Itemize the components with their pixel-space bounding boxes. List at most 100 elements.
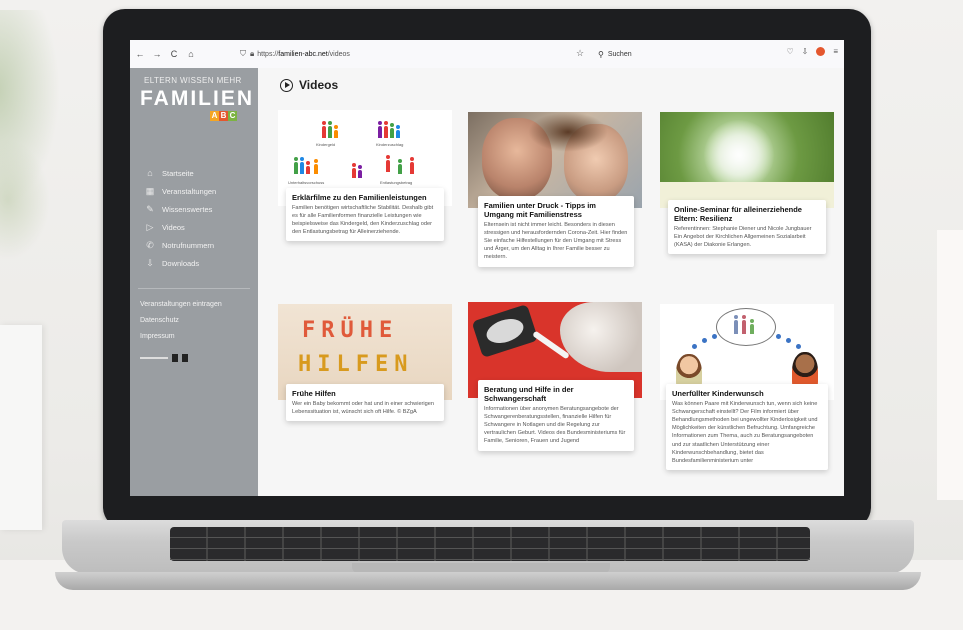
family-figure-icon [750, 319, 754, 334]
search-placeholder: Suchen [607, 50, 632, 58]
thumb-label: Entlastungsbetrag [380, 180, 413, 185]
family-figure-icon [734, 315, 738, 334]
thumbnail-word-line1: FRÜHE [302, 318, 399, 343]
family-figure-icon [384, 121, 388, 138]
family-figure-icon [398, 159, 402, 174]
logo-letter-a: A [210, 111, 219, 121]
laptop-base-edge [55, 572, 921, 590]
sidebar-item-wissenswertes[interactable]: ✎ Wissenswertes [142, 200, 216, 218]
video-description: Elternsein ist nicht immer leicht. Beson… [484, 222, 628, 261]
logo-letter-c: C [228, 111, 237, 121]
sidebar-item-veranstaltungen[interactable]: ▦ Veranstaltungen [142, 182, 216, 200]
sidebar-item-label: Videos [162, 222, 185, 232]
family-figure-icon [390, 123, 394, 138]
play-circle-icon [280, 78, 293, 92]
family-figure-icon [314, 159, 318, 174]
sidebar-item-label: Wissenswertes [162, 204, 213, 214]
browser-toolbar: ← → C ⌂ ⛉ 🔒︎ https://familien-abc.net/vi… [130, 40, 844, 69]
thumbnail-hair [528, 112, 608, 152]
video-title[interactable]: Familien unter Druck - Tipps im Umgang m… [484, 201, 628, 219]
browser-window: ← → C ⌂ ⛉ 🔒︎ https://familien-abc.net/vi… [130, 40, 844, 496]
thumbnail-dot [796, 344, 801, 349]
video-title[interactable]: Erklärfilme zu den Familienleistungen [292, 193, 438, 202]
thumbnail-dandelion [704, 120, 774, 190]
partner-logo-mark-2 [182, 354, 188, 362]
search-field[interactable]: ⚲ Suchen [598, 47, 768, 61]
reload-button[interactable]: C [167, 49, 181, 59]
video-card-body: Erklärfilme zu den Familienleistungen Fa… [286, 188, 444, 242]
toolbar-icons: ♡ ⇩ ≡ [786, 47, 838, 56]
download-toolbar-icon[interactable]: ⇩ [802, 47, 809, 56]
family-figure-icon [396, 125, 400, 138]
menu-icon[interactable]: ≡ [833, 47, 838, 56]
video-card[interactable]: FRÜHE HILFEN Frühe Hilfen Wer ein Baby b… [278, 304, 452, 422]
sidebar-item-label: Notrufnummern [162, 240, 215, 250]
sidebar-item-videos[interactable]: ▷ Videos [142, 218, 216, 236]
video-thumbnail-resilienz[interactable] [660, 112, 834, 208]
thumbnail-thought-bubble [716, 308, 776, 346]
forward-button[interactable]: → [150, 49, 164, 59]
thumbnail-dot [786, 338, 791, 343]
video-thumbnail-familienstress[interactable] [468, 112, 642, 208]
video-card[interactable]: Beratung und Hilfe in der Schwangerschaf… [468, 302, 642, 451]
background-object [937, 230, 963, 500]
link-veranstaltungen-eintragen[interactable]: Veranstaltungen eintragen [140, 301, 222, 317]
video-description: Was können Paare mit Kinderwunsch tun, w… [672, 401, 818, 464]
thumb-label: Kinderzuschlag [376, 142, 404, 147]
video-title[interactable]: Online-Seminar für alleinerziehende Elte… [674, 205, 820, 223]
video-card[interactable]: Online-Seminar für alleinerziehende Elte… [660, 112, 834, 255]
sidebar-item-downloads[interactable]: ⇩ Downloads [142, 254, 216, 272]
video-card[interactable]: Kindergeld Kinderzuschlag Unterhaltsvors… [278, 110, 452, 242]
sidebar-item-label: Startseite [162, 168, 194, 178]
family-figure-icon [334, 125, 338, 138]
video-card[interactable]: Unerfüllter Kinderwunsch Was können Paar… [660, 304, 834, 470]
sidebar-menu: ⌂ Startseite ▦ Veranstaltungen ✎ Wissens… [142, 164, 216, 272]
video-card-body: Familien unter Druck - Tipps im Umgang m… [478, 196, 634, 267]
video-description: Informationen über anonymen Beratungsang… [484, 406, 626, 445]
family-figure-icon [742, 315, 746, 334]
video-card-body: Beratung und Hilfe in der Schwangerschaf… [478, 380, 634, 451]
book-icon: ✎ [146, 203, 154, 214]
bookmark-star-icon[interactable]: ☆ [576, 48, 584, 59]
thumbnail-word-line2: HILFEN [298, 352, 414, 377]
thumbnail-dot [712, 334, 717, 339]
family-figure-icon [294, 157, 298, 174]
link-datenschutz[interactable]: Datenschutz [140, 317, 222, 333]
url-bar[interactable]: ⛉ 🔒︎ https://familien-abc.net/videos [240, 46, 540, 62]
shield-icon[interactable]: ⛉ [240, 49, 246, 59]
lock-icon[interactable]: 🔒︎ [250, 49, 254, 59]
sidebar-item-notrufnummern[interactable]: ✆ Notrufnummern [142, 236, 216, 254]
pocket-icon[interactable]: ♡ [786, 47, 793, 56]
url-text[interactable]: https://familien-abc.net/videos [257, 51, 350, 58]
sidebar-item-startseite[interactable]: ⌂ Startseite [142, 164, 216, 182]
logo-abc[interactable]: A B C [210, 111, 237, 121]
video-title[interactable]: Beratung und Hilfe in der Schwangerschaf… [484, 385, 628, 403]
page-title: Videos [280, 78, 338, 92]
home-button[interactable]: ⌂ [184, 49, 198, 59]
url-path: /videos [327, 50, 350, 58]
family-figure-icon [322, 121, 326, 138]
logo-letter-b: B [219, 111, 228, 121]
sidebar: ELTERN WISSEN MEHR FAMILIEN A B C ⌂ Star… [130, 68, 258, 496]
family-figure-icon [300, 157, 304, 174]
link-impressum[interactable]: Impressum [140, 333, 222, 349]
thumbnail-ultrasound-device [471, 303, 539, 359]
video-title[interactable]: Unerfüllter Kinderwunsch [672, 389, 822, 398]
sidebar-item-label: Downloads [162, 258, 200, 268]
video-card-body: Frühe Hilfen Wer ein Baby bekommt oder h… [286, 384, 444, 422]
video-card[interactable]: Familien unter Druck - Tipps im Umgang m… [468, 112, 642, 267]
extension-icon[interactable] [816, 47, 826, 56]
sidebar-item-label: Veranstaltungen [162, 186, 217, 196]
phone-icon: ✆ [146, 239, 154, 250]
site-logo[interactable]: FAMILIEN [140, 87, 254, 111]
video-title[interactable]: Frühe Hilfen [292, 389, 438, 398]
family-figure-icon [306, 161, 310, 174]
thumb-label: Kindergeld [316, 142, 336, 147]
background-plant-leaves [0, 140, 50, 260]
back-button[interactable]: ← [133, 49, 147, 59]
family-figure-icon [410, 157, 414, 174]
thumbnail-dot [692, 344, 697, 349]
family-figure-icon [358, 165, 362, 178]
sidebar-links: Veranstaltungen eintragen Datenschutz Im… [140, 301, 222, 349]
background-box [0, 325, 42, 530]
